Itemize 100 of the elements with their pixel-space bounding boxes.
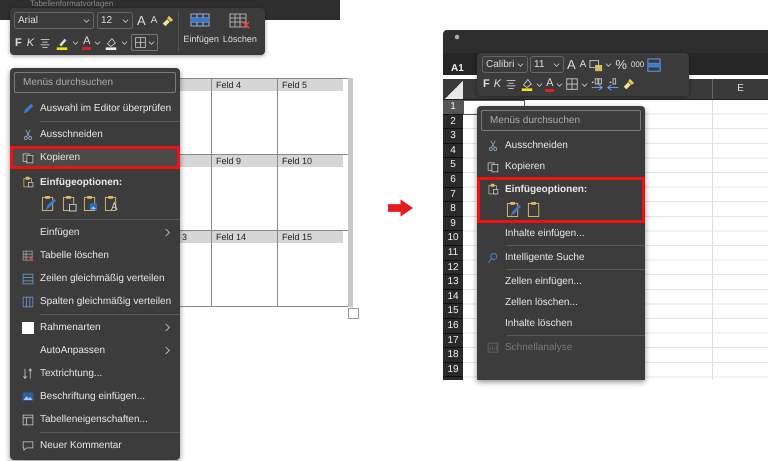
caret-icon[interactable] — [536, 80, 544, 88]
caret-icon[interactable] — [121, 39, 128, 46]
menu-item[interactable]: AutoAnpassen — [10, 339, 180, 362]
format-table-icon[interactable] — [647, 58, 662, 72]
menu-item[interactable]: Neuer Kommentar — [10, 434, 180, 457]
italic-button[interactable]: K — [492, 76, 502, 92]
arrow-icon — [388, 199, 413, 217]
select-all-corner[interactable] — [443, 79, 463, 99]
font-field[interactable]: Arial — [14, 12, 94, 29]
resize-handle[interactable] — [348, 308, 359, 319]
menu-item[interactable]: Tabelle löschen — [10, 244, 180, 267]
bold-button[interactable]: F — [482, 76, 491, 92]
font-color-button[interactable]: A — [545, 76, 554, 92]
paste-options-label: Einfügeoptionen: — [40, 176, 122, 188]
caret-icon — [148, 39, 156, 46]
caret-icon[interactable] — [94, 39, 102, 46]
grow-font-button[interactable]: A — [136, 12, 147, 28]
row-header[interactable]: 1 — [443, 100, 463, 115]
brush-icon[interactable] — [622, 77, 636, 92]
square-icon — [22, 322, 34, 334]
font-color-button[interactable]: A — [82, 35, 92, 50]
caret-icon[interactable] — [605, 61, 612, 68]
clipboard-icon — [527, 200, 542, 218]
table-header-cell: Feld 4 — [212, 79, 277, 91]
menu-search-field[interactable]: Menüs durchsuchen — [14, 72, 176, 93]
clipboard-icon — [22, 176, 34, 188]
scissors-icon — [487, 140, 499, 152]
menu-item[interactable]: Beschriftung einfügen... — [10, 385, 180, 408]
borders-icon — [134, 36, 148, 49]
chevron-right-icon — [164, 228, 171, 237]
thousands-button[interactable]: 000 — [630, 56, 646, 73]
increase-decimal-icon[interactable] — [590, 77, 604, 92]
clipboard-brush-icon — [506, 200, 521, 218]
paste-option-button[interactable] — [82, 194, 99, 213]
highlighter-icon[interactable] — [55, 36, 70, 50]
number-format-icon[interactable] — [589, 58, 604, 72]
column-header[interactable]: E — [713, 79, 768, 99]
grow-font-button[interactable]: A — [566, 56, 577, 73]
menu-item[interactable]: Inhalte einfügen... — [477, 223, 645, 244]
menu-item[interactable]: Tabelleneigenschaften... — [10, 408, 180, 431]
caret-icon[interactable] — [72, 39, 80, 46]
table-delete-icon — [228, 13, 251, 29]
table-delete-icon — [22, 250, 34, 262]
copy-icon — [22, 152, 34, 164]
menu-item[interactable]: Textrichtung... — [10, 362, 180, 385]
menu-item[interactable]: Kopieren — [477, 156, 645, 177]
menu-item[interactable]: Ausschneiden — [477, 135, 645, 156]
menu-item[interactable]: Zeilen gleichmäßig verteilen — [10, 267, 180, 290]
table-header-cell — [180, 79, 211, 91]
shrink-font-button[interactable]: A — [578, 56, 588, 73]
menu-item[interactable]: Spalten gleichmäßig verteilen — [10, 290, 180, 313]
menu-search-field[interactable]: Menüs durchsuchen — [481, 110, 641, 131]
align-center-icon[interactable] — [504, 77, 518, 92]
delete-button[interactable]: Löschen — [222, 11, 258, 46]
paste-option-button[interactable] — [103, 194, 120, 213]
name-box[interactable]: A1 — [447, 62, 475, 74]
menu-item[interactable]: Rahmenarten — [10, 316, 180, 339]
table-header-cell: Feld 9 — [212, 155, 277, 167]
decrease-decimal-icon[interactable] — [606, 77, 620, 92]
font-size-field[interactable]: 12 — [97, 12, 133, 29]
font-field[interactable]: Calibri — [482, 56, 528, 74]
fill-color-icon[interactable] — [520, 77, 534, 92]
chevron-right-icon — [164, 323, 171, 332]
insert-button[interactable]: Einfügen — [182, 11, 220, 46]
shading-icon[interactable] — [104, 36, 118, 50]
font-size-field[interactable]: 11 — [530, 56, 564, 74]
menu-item[interactable]: Inhalte löschen — [477, 313, 645, 334]
percent-button[interactable]: % — [614, 56, 628, 73]
menu-item[interactable]: Kopieren — [10, 146, 180, 169]
ribbon-label: Tabellenformatvorlagen — [29, 0, 114, 8]
table-header-cell: Feld 14 — [212, 231, 277, 243]
italic-button[interactable]: K — [26, 34, 36, 50]
menu-item[interactable]: Ausschneiden — [10, 123, 180, 146]
menu-item[interactable]: Zellen einfügen... — [477, 271, 645, 292]
menu-item[interactable]: Zellen löschen... — [477, 292, 645, 313]
table-header-cell — [180, 155, 211, 167]
table-insert-icon — [190, 13, 212, 29]
columns-icon — [22, 296, 34, 308]
brush-icon[interactable] — [161, 14, 176, 28]
borders-button[interactable] — [131, 34, 158, 51]
chart-icon — [487, 342, 499, 354]
paste-option-button[interactable] — [61, 194, 78, 213]
caret-icon — [122, 17, 129, 24]
menu-item[interactable]: Intelligente Suche — [477, 247, 645, 268]
paste-option-button[interactable] — [40, 194, 57, 213]
shrink-font-button[interactable]: A — [150, 12, 158, 28]
bold-button[interactable]: F — [14, 34, 23, 50]
clipboard-picture-icon — [83, 195, 98, 212]
menu-item[interactable]: Auswahl im Editor überprüfen — [10, 97, 180, 120]
paste-option-button[interactable] — [505, 200, 522, 218]
caret-icon[interactable] — [581, 80, 588, 88]
clipboard-brush-icon — [41, 195, 56, 212]
borders-icon[interactable] — [565, 77, 580, 92]
search-icon — [487, 252, 499, 264]
caret-icon — [553, 61, 560, 68]
table-header-cell: 3 — [180, 231, 211, 243]
comment-icon — [22, 440, 34, 452]
scissors-icon — [22, 128, 34, 140]
menu-item[interactable]: Einfügen — [10, 221, 180, 244]
caret-icon[interactable] — [556, 80, 564, 88]
